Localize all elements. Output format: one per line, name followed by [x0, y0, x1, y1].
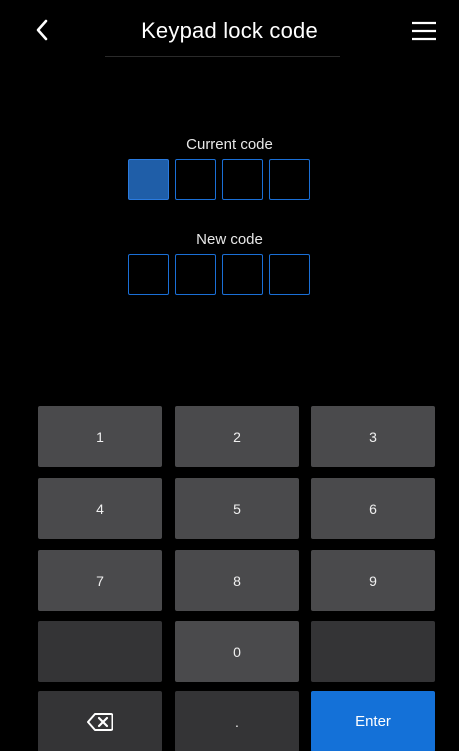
current-code-input[interactable]: [128, 159, 324, 202]
key-8[interactable]: 8: [175, 550, 299, 611]
backspace-icon: [87, 712, 113, 731]
key-4[interactable]: 4: [38, 478, 162, 539]
new-code-digit-4[interactable]: [269, 254, 310, 295]
new-code-digit-1[interactable]: [128, 254, 169, 295]
backspace-button[interactable]: [38, 691, 162, 751]
current-code-digit-1[interactable]: [128, 159, 169, 200]
new-code-digit-3[interactable]: [222, 254, 263, 295]
header: Keypad lock code: [0, 0, 459, 62]
key-dot[interactable]: .: [175, 691, 299, 751]
key-2[interactable]: 2: [175, 406, 299, 467]
key-0[interactable]: 0: [175, 621, 299, 682]
enter-button[interactable]: Enter: [311, 691, 435, 751]
keypad-lock-code-screen: Keypad lock code Current code New code 1…: [0, 0, 459, 751]
current-code-digit-2[interactable]: [175, 159, 216, 200]
title-divider: [105, 56, 340, 57]
key-6[interactable]: 6: [311, 478, 435, 539]
new-code-input[interactable]: [128, 254, 324, 297]
new-code-digit-2[interactable]: [175, 254, 216, 295]
current-code-digit-4[interactable]: [269, 159, 310, 200]
key-7[interactable]: 7: [38, 550, 162, 611]
key-1[interactable]: 1: [38, 406, 162, 467]
hamburger-menu-icon: [412, 21, 436, 41]
new-code-label: New code: [196, 231, 263, 248]
key-blank-left: [38, 621, 162, 682]
current-code-digit-3[interactable]: [222, 159, 263, 200]
key-5[interactable]: 5: [175, 478, 299, 539]
key-blank-right: [311, 621, 435, 682]
key-3[interactable]: 3: [311, 406, 435, 467]
key-9[interactable]: 9: [311, 550, 435, 611]
menu-button[interactable]: [407, 14, 441, 48]
page-title: Keypad lock code: [141, 18, 318, 43]
current-code-label: Current code: [186, 136, 273, 153]
